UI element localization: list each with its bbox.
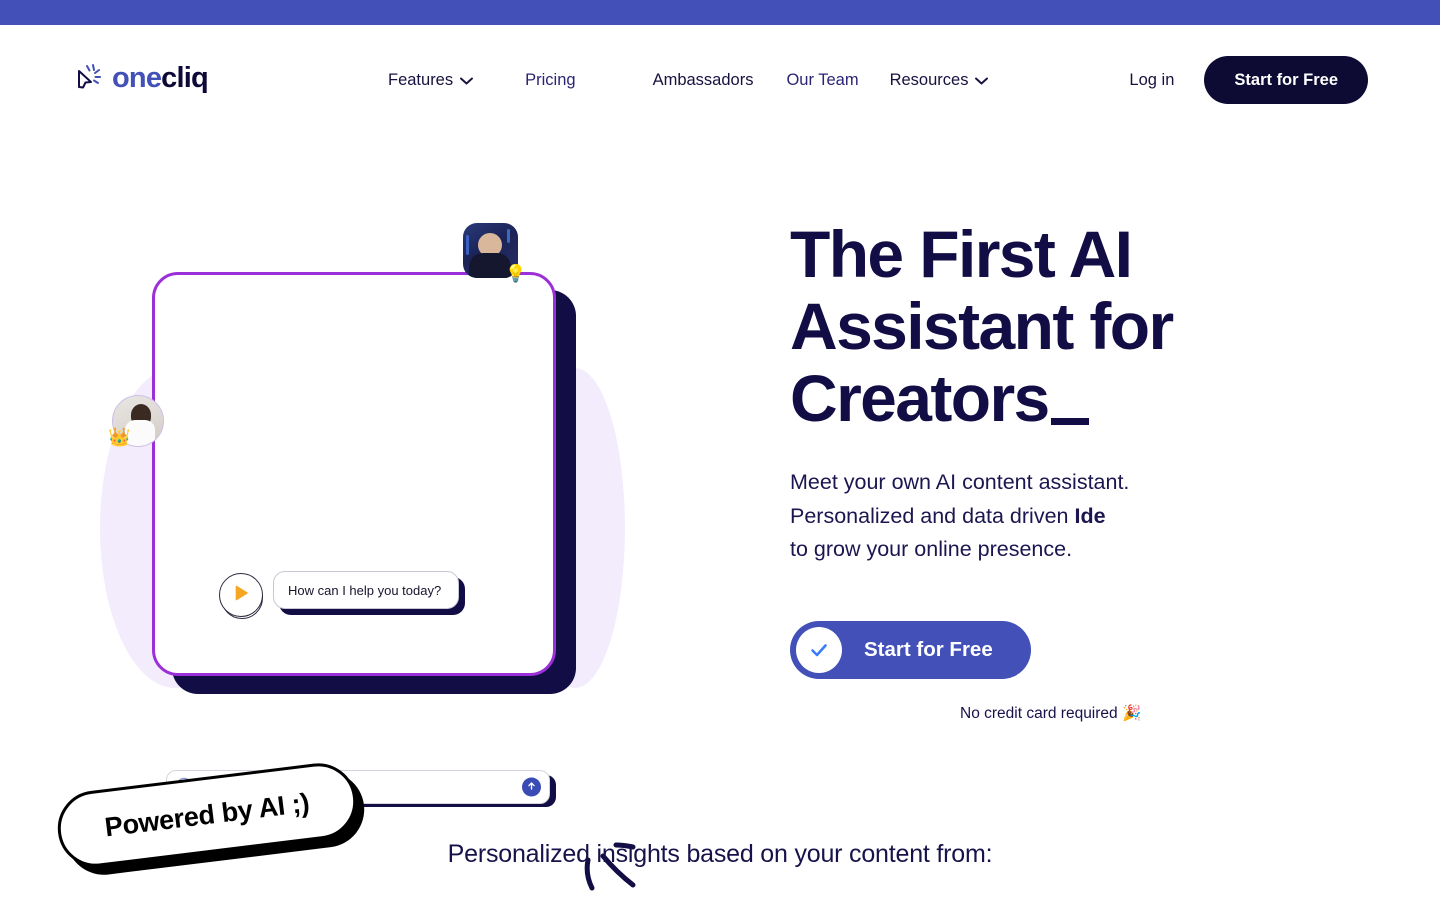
nav-item-our-team[interactable]: Our Team <box>786 71 858 90</box>
top-accent-bar <box>0 0 1440 25</box>
crown-emoji-icon: 👑 <box>108 427 131 447</box>
nav-item-features-label: Features <box>388 70 454 89</box>
play-icon <box>231 583 251 608</box>
subhead-line-1: Meet your own AI content assistant. <box>790 470 1130 494</box>
logo[interactable]: onecliq <box>72 61 209 95</box>
subhead-typed-word: Ide <box>1074 503 1106 528</box>
nav-item-resources[interactable]: Resources <box>890 71 989 90</box>
chat-bubble-text: How can I help you today? <box>288 582 442 598</box>
hero-start-for-free-button[interactable]: Start for Free <box>790 620 1031 679</box>
play-button-wrap <box>219 573 265 619</box>
login-link[interactable]: Log in <box>1129 71 1174 90</box>
chat-card <box>152 272 556 676</box>
powered-by-ai-label: Powered by AI ;) <box>103 787 311 842</box>
subhead-line-2-prefix: Personalized and data driven <box>790 503 1075 528</box>
nav-item-features[interactable]: Features <box>388 70 474 90</box>
play-button[interactable] <box>219 573 263 617</box>
chevron-down-icon <box>975 71 989 90</box>
send-message-button[interactable] <box>522 777 541 797</box>
hero-cta-label: Start for Free <box>864 637 993 661</box>
headline-line-2: Assistant for <box>790 289 1174 363</box>
cursor-click-icon <box>72 61 106 95</box>
headline-line-1: The First AI <box>790 217 1133 291</box>
chevron-down-icon <box>460 71 474 90</box>
subhead-line-3: to grow your online presence. <box>790 537 1073 561</box>
logo-text: onecliq <box>112 61 209 94</box>
header-start-for-free-button[interactable]: Start for Free <box>1204 56 1368 104</box>
nav-item-our-team-label: Our Team <box>786 70 859 89</box>
landing-page: onecliq Features Pricing Ambassadors Our… <box>0 0 1440 900</box>
nav-item-pricing-label: Pricing <box>525 70 576 89</box>
check-icon <box>796 626 842 673</box>
main-nav: Features Pricing Ambassadors Our Team Re… <box>388 25 989 135</box>
hero-copy: The First AI Assistant for Creators Meet… <box>790 218 1210 723</box>
site-header: onecliq Features Pricing Ambassadors Our… <box>0 25 1440 135</box>
page-title: The First AI Assistant for Creators <box>790 218 1210 434</box>
logo-text-cliq: cliq <box>161 61 209 94</box>
nav-item-resources-label: Resources <box>889 70 969 89</box>
nav-item-ambassadors-label: Ambassadors <box>652 70 754 89</box>
lightbulb-emoji-icon: 💡 <box>505 264 527 283</box>
logo-text-one: one <box>112 61 162 94</box>
hero-illustration: 💡 👑 How can I help you today? Powered by… <box>0 150 720 891</box>
headline-line-3: Creators <box>790 361 1050 435</box>
integrations-section-title: Personalized insights based on your cont… <box>447 840 993 868</box>
nav-item-ambassadors[interactable]: Ambassadors <box>653 71 754 90</box>
header-actions: Log in Start for Free <box>1129 25 1368 135</box>
typing-caret <box>1050 418 1089 425</box>
hero-subheading: Meet your own AI content assistant. Pers… <box>790 466 1180 567</box>
arrow-up-icon <box>526 780 537 795</box>
no-credit-card-note: No credit card required 🎉 <box>960 704 1142 722</box>
nav-item-pricing[interactable]: Pricing <box>525 71 575 90</box>
chat-bubble-assistant: How can I help you today? <box>273 571 459 609</box>
